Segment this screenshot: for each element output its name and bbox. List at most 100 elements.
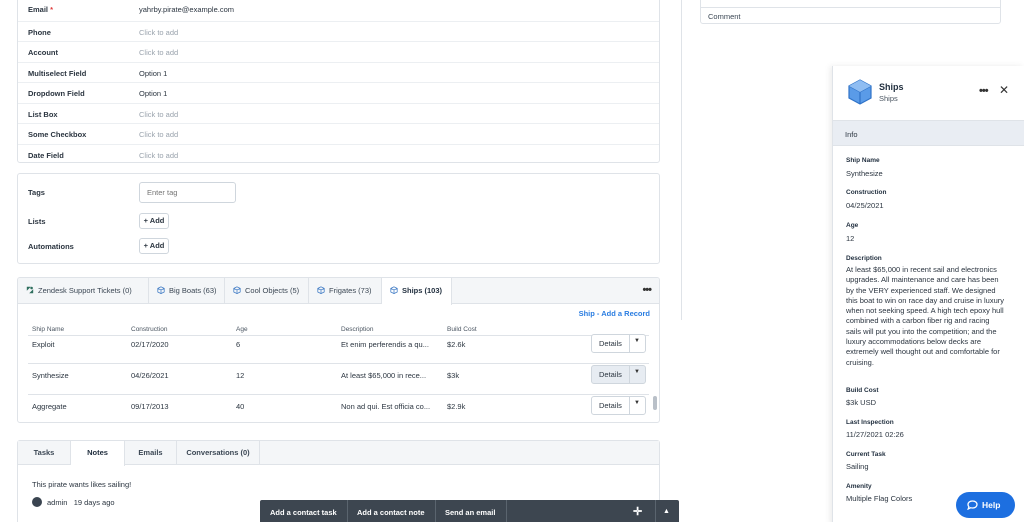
field-row-dropdown[interactable]: Dropdown Field Option 1 [18, 83, 659, 104]
multiselect-value[interactable]: Option 1 [139, 69, 167, 78]
table-row[interactable]: Exploit 02/17/2020 6 Et enim perferendis… [18, 334, 659, 364]
cube-icon [233, 286, 241, 294]
tags-label: Tags [28, 188, 45, 197]
listbox-value[interactable]: Click to add [139, 110, 178, 119]
field-row-listbox[interactable]: List Box Click to add [18, 104, 659, 124]
help-label: Help [982, 500, 1001, 510]
construction-value[interactable]: 04/25/2021 [846, 201, 1006, 211]
checkbox-value[interactable]: Click to add [139, 130, 178, 139]
add-record-link[interactable]: Ship - Add a Record [579, 309, 650, 318]
add-contact-task-button[interactable]: Add a contact task [270, 508, 337, 517]
tab-cool-objects[interactable]: Cool Objects (5) [225, 278, 309, 304]
more-options-icon[interactable]: ••• [642, 284, 652, 296]
panel-info-tab[interactable]: Info [833, 120, 1024, 146]
details-button[interactable]: Details ▼ [591, 396, 646, 415]
description-label: Description [846, 255, 882, 262]
table-row[interactable]: Synthesize 04/26/2021 12 At least $65,00… [18, 364, 659, 395]
field-row-phone[interactable]: Phone Click to add [18, 22, 659, 42]
caret-down-icon[interactable]: ▼ [634, 369, 640, 375]
add-automation-button[interactable]: + Add [139, 238, 169, 254]
tab-notes[interactable]: Notes [71, 441, 125, 466]
ship-name-value[interactable]: Synthesize [846, 169, 1006, 179]
construction-cell: 09/17/2013 [131, 402, 169, 411]
ship-name-cell: Exploit [32, 340, 55, 349]
tab-zendesk[interactable]: Zendesk Support Tickets (0) [18, 278, 149, 304]
tab-big-boats[interactable]: Big Boats (63) [149, 278, 225, 304]
construction-cell: 04/26/2021 [131, 371, 169, 380]
field-row-date[interactable]: Date Field Click to add [18, 145, 659, 166]
column-header[interactable]: Ship Name [32, 326, 64, 333]
field-label: List Box [28, 109, 58, 119]
tab-ships[interactable]: Ships (103) [382, 278, 452, 305]
construction-cell: 02/17/2020 [131, 340, 169, 349]
tab-frigates[interactable]: Frigates (73) [309, 278, 382, 304]
tab-conversations[interactable]: Conversations (0) [177, 441, 260, 465]
tags-card: Tags Lists + Add Automations + Add [17, 173, 660, 264]
field-label: Dropdown Field [28, 89, 85, 98]
account-value[interactable]: Click to add [139, 48, 178, 57]
details-label: Details [599, 401, 622, 410]
column-header[interactable]: Build Cost [447, 326, 477, 333]
column-header[interactable]: Age [236, 326, 248, 333]
tab-emails[interactable]: Emails [125, 441, 177, 465]
build-cost-value[interactable]: $3k USD [846, 398, 1006, 408]
add-contact-note-button[interactable]: Add a contact note [357, 508, 425, 517]
caret-down-icon[interactable]: ▼ [634, 338, 640, 344]
field-label: Phone [28, 27, 51, 37]
details-button[interactable]: Details ▼ [591, 334, 646, 353]
tab-label: Ships (103) [402, 286, 443, 295]
date-value[interactable]: Click to add [139, 151, 178, 160]
drag-move-icon[interactable]: ✛ [633, 505, 642, 518]
ship-name-cell: Synthesize [32, 371, 69, 380]
ship-name-label: Ship Name [846, 157, 880, 164]
records-tab-bar: Zendesk Support Tickets (0) Big Boats (6… [18, 278, 659, 305]
send-email-button[interactable]: Send an email [445, 508, 495, 517]
field-row-multiselect[interactable]: Multiselect Field Option 1 [18, 63, 659, 83]
age-cell: 12 [236, 371, 245, 380]
comment-box[interactable]: Comment [700, 0, 1001, 24]
email-value[interactable]: yahrby.pirate@example.com [139, 5, 234, 14]
column-divider [681, 0, 682, 320]
close-icon[interactable]: ✕ [999, 83, 1009, 97]
field-row-email[interactable]: Email * yahrby.pirate@example.com [18, 0, 659, 22]
tab-label: Big Boats (63) [169, 286, 217, 295]
column-header[interactable]: Description [341, 326, 374, 333]
caret-down-icon[interactable]: ▼ [634, 400, 640, 406]
age-cell: 6 [236, 340, 241, 349]
age-label: Age [846, 222, 859, 229]
phone-value[interactable]: Click to add [139, 28, 178, 37]
more-options-icon[interactable]: ••• [979, 85, 989, 97]
help-button[interactable]: Help [956, 492, 1015, 518]
description-cell: Et enim perferendis a qu... [341, 340, 429, 349]
table-scrollbar[interactable] [653, 396, 657, 410]
tag-input[interactable] [139, 182, 236, 203]
description-value[interactable]: At least $65,000 in recent sail and elec… [846, 265, 1006, 368]
panel-subtitle: Ships [879, 94, 898, 103]
details-label: Details [599, 339, 622, 348]
column-header[interactable]: Construction [131, 326, 168, 333]
field-label: Date Field [28, 150, 64, 160]
tab-label: Frigates (73) [329, 286, 372, 295]
field-label: Account [28, 48, 58, 57]
table-row[interactable]: Aggregate 09/17/2013 40 Non ad qui. Est … [18, 395, 659, 422]
zendesk-icon [26, 286, 34, 294]
field-row-account[interactable]: Account Click to add [18, 42, 659, 63]
collapse-caret-icon[interactable]: ▲ [663, 508, 670, 515]
automations-label: Automations [28, 242, 74, 251]
amenity-label: Amenity [846, 483, 872, 490]
current-task-label: Current Task [846, 451, 886, 458]
build-cost-label: Build Cost [846, 387, 879, 394]
last-inspection-value[interactable]: 11/27/2021 02:26 [846, 430, 1006, 440]
age-value[interactable]: 12 [846, 234, 1006, 244]
field-row-checkbox[interactable]: Some Checkbox Click to add [18, 124, 659, 145]
dropdown-value[interactable]: Option 1 [139, 89, 167, 98]
current-task-value[interactable]: Sailing [846, 462, 1006, 472]
details-button[interactable]: Details ▼ [591, 365, 646, 384]
add-list-button[interactable]: + Add [139, 213, 169, 229]
activity-tab-bar: Tasks Notes Emails Conversations (0) [18, 441, 659, 466]
tab-tasks[interactable]: Tasks [18, 441, 71, 465]
ship-name-cell: Aggregate [32, 402, 67, 411]
cost-cell: $2.6k [447, 340, 466, 349]
field-label: Some Checkbox [28, 130, 87, 139]
note-time: 19 days ago [73, 498, 115, 507]
